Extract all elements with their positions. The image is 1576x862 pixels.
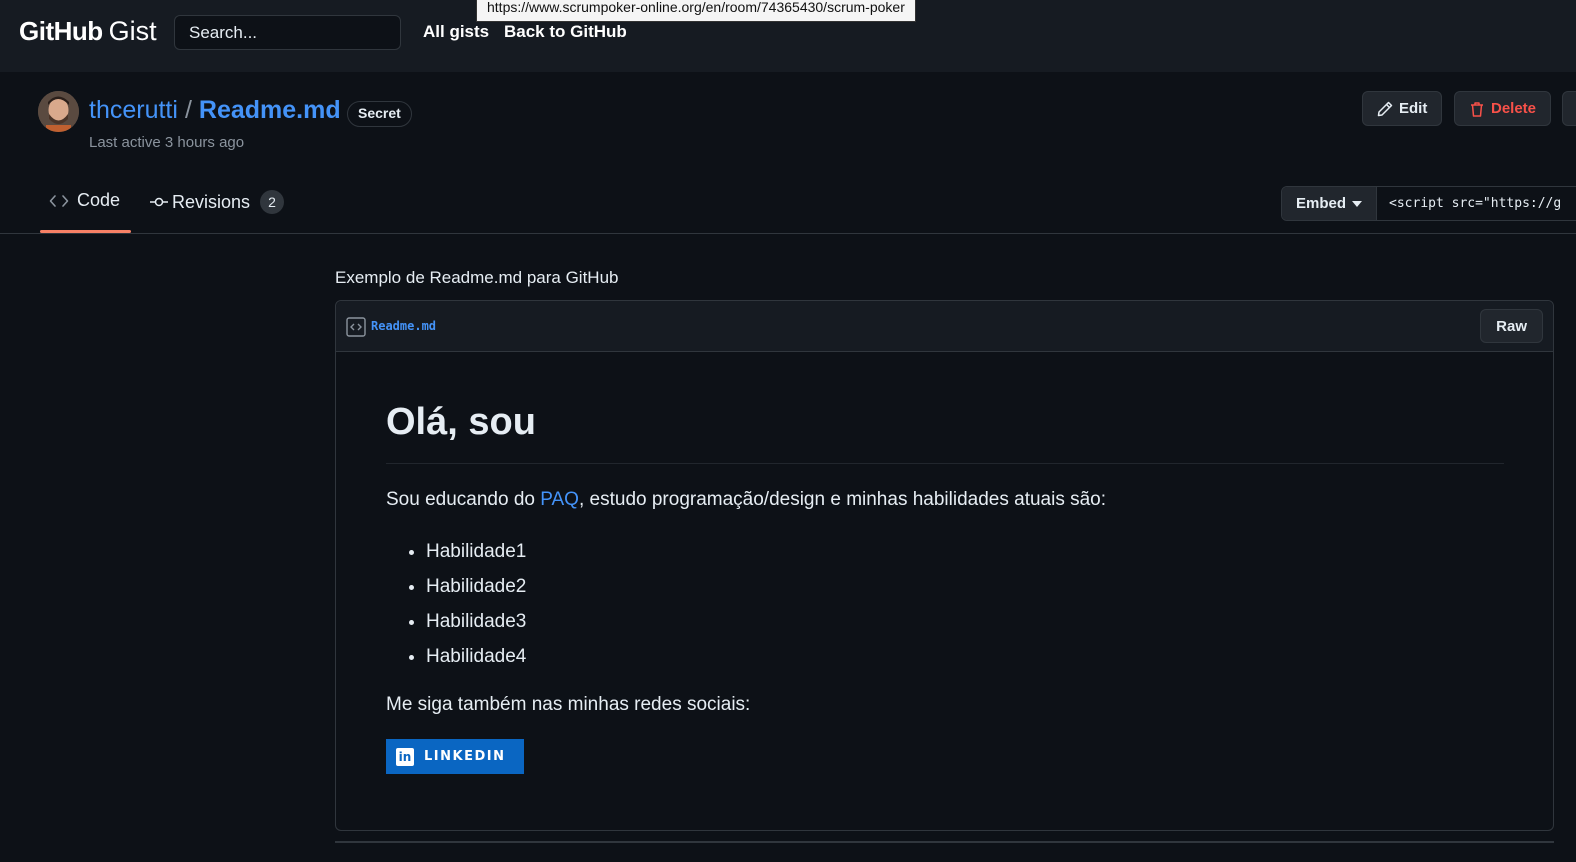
tabs-divider	[0, 233, 1576, 234]
list-item: Habilidade1	[426, 534, 526, 569]
linkedin-badge-label: LINKEDIN	[424, 749, 506, 764]
code-icon	[49, 194, 69, 207]
gist-title: thcerutti / Readme.md	[89, 96, 341, 125]
trash-icon	[1471, 101, 1483, 117]
embed-label: Embed	[1296, 195, 1347, 212]
search-input[interactable]	[174, 15, 401, 50]
link-url-tooltip: https://www.scrumpoker-online.org/en/roo…	[476, 0, 916, 22]
gist-description: Exemplo de Readme.md para GitHub	[335, 268, 619, 287]
file-header: Readme.md Raw	[336, 301, 1553, 352]
raw-button[interactable]: Raw	[1480, 309, 1543, 343]
owner-link[interactable]: thcerutti	[89, 96, 178, 125]
revisions-count-badge: 2	[260, 190, 285, 214]
edit-button[interactable]: Edit	[1362, 91, 1443, 126]
paq-link[interactable]: PAQ	[540, 489, 579, 510]
title-separator: /	[184, 96, 192, 124]
intro-text-after: , estudo programação/design e minhas hab…	[578, 489, 1107, 510]
edit-label: Edit	[1399, 100, 1428, 117]
gist-filename-link[interactable]: Readme.md	[199, 96, 341, 125]
all-gists-link[interactable]: All gists	[423, 22, 489, 42]
skills-list: Habilidade1 Habilidade2 Habilidade3 Habi…	[386, 534, 526, 674]
intro-paragraph: Sou educando do PAQ, estudo programação/…	[386, 489, 1106, 511]
readme-content: Olá, sou Sou educando do PAQ, estudo pro…	[386, 401, 1504, 774]
logo-gist-text: Gist	[108, 16, 157, 46]
last-active-text: Last active 3 hours ago	[89, 134, 245, 151]
file-name-link[interactable]: Readme.md	[371, 319, 436, 333]
file-code-icon	[346, 317, 366, 337]
list-item: Habilidade4	[426, 639, 526, 674]
pencil-icon	[1377, 101, 1393, 116]
next-file-border	[335, 841, 1554, 843]
tab-code-label: Code	[77, 190, 121, 210]
caret-down-icon	[1352, 200, 1363, 207]
file-box: Readme.md Raw Olá, sou Sou educando do P…	[335, 300, 1554, 831]
social-paragraph: Me siga também nas minhas redes sociais:	[386, 694, 751, 715]
embed-dropdown-button[interactable]: Embed	[1282, 187, 1378, 220]
tab-revisions[interactable]: Revisions 2	[150, 190, 285, 214]
delete-button[interactable]: Delete	[1454, 91, 1552, 126]
list-item: Habilidade2	[426, 569, 526, 604]
more-actions-button[interactable]	[1562, 91, 1576, 126]
logo-github-text: GitHub	[19, 16, 103, 46]
secret-badge: Secret	[347, 101, 412, 127]
tab-revisions-label: Revisions	[172, 191, 251, 212]
avatar-image	[38, 91, 79, 132]
embed-control: Embed	[1281, 186, 1576, 221]
avatar[interactable]	[38, 91, 79, 132]
delete-label: Delete	[1491, 100, 1537, 117]
intro-text-before: Sou educando do	[386, 489, 541, 510]
linkedin-icon: in	[396, 747, 414, 766]
embed-code-field[interactable]	[1377, 187, 1576, 220]
tab-code[interactable]: Code	[49, 190, 120, 211]
commit-icon	[150, 197, 168, 207]
github-gist-logo[interactable]: GitHub Gist	[19, 16, 157, 47]
list-item: Habilidade3	[426, 604, 526, 639]
linkedin-badge[interactable]: in LINKEDIN	[386, 739, 524, 774]
back-to-github-link[interactable]: Back to GitHub	[504, 22, 627, 42]
readme-heading: Olá, sou	[386, 401, 1504, 464]
